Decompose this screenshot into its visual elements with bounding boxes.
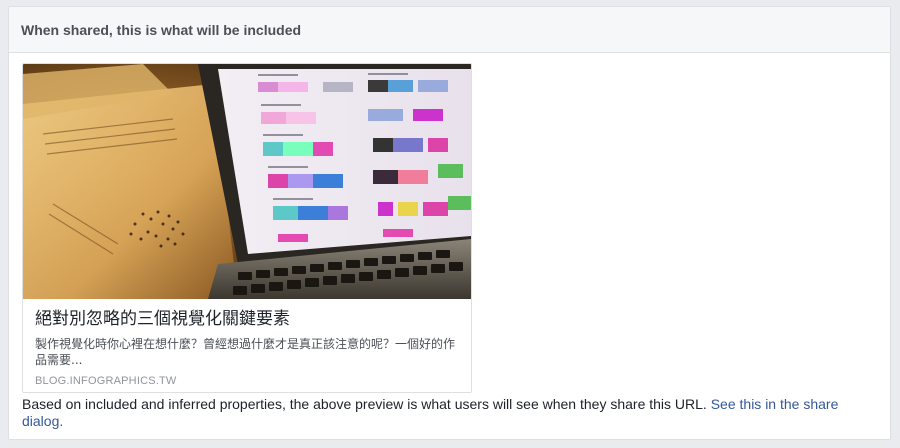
footer-note-text: Based on included and inferred propertie… — [22, 396, 711, 412]
panel-title: When shared, this is what will be includ… — [21, 21, 302, 38]
preview-image — [23, 64, 471, 299]
panel-header: When shared, this is what will be includ… — [9, 7, 890, 53]
preview-footer-note: Based on included and inferred propertie… — [22, 396, 882, 430]
preview-title[interactable]: 絕對別忽略的三個視覺化關鍵要素 — [35, 308, 459, 330]
preview-domain: BLOG.INFOGRAPHICS.TW — [35, 375, 177, 387]
share-preview-panel: When shared, this is what will be includ… — [8, 6, 891, 440]
link-preview-card[interactable]: 絕對別忽略的三個視覺化關鍵要素 製作視覺化時你心裡在想什麼？曾經想過什麼才是真正… — [22, 63, 472, 393]
preview-description: 製作視覺化時你心裡在想什麼？曾經想過什麼才是真正該注意的呢？一個好的作品需要..… — [35, 337, 456, 367]
preview-card-body: 絕對別忽略的三個視覺化關鍵要素 製作視覺化時你心裡在想什麼？曾經想過什麼才是真正… — [23, 299, 471, 387]
